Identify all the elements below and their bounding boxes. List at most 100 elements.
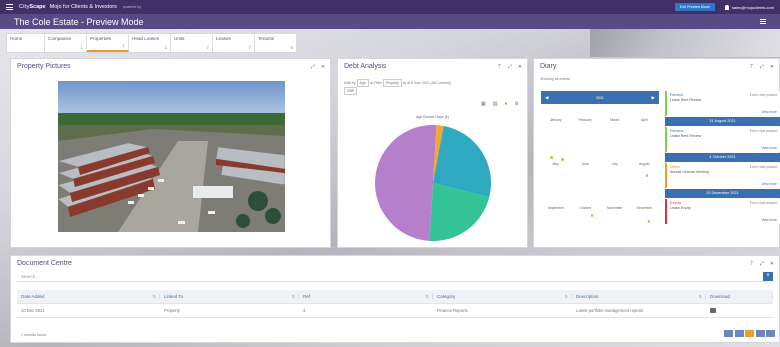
filter-icon[interactable]: ⊤ (749, 64, 753, 70)
col-date-added[interactable]: Date Added ⇅ (17, 294, 160, 299)
add-document-button[interactable]: + (763, 272, 773, 281)
tab-units[interactable]: Units 7 (171, 34, 213, 52)
prev-year-icon[interactable]: ◀ (545, 95, 548, 101)
calendar-month[interactable]: July (600, 148, 630, 192)
month-label: November (607, 206, 623, 210)
event-subtitle: Lease Rent Review (670, 134, 702, 138)
cell-linked-to: Property (164, 308, 180, 313)
expand-icon[interactable]: ⤢ (760, 261, 764, 267)
calendar-year: 2021 (596, 95, 604, 100)
menu-icon[interactable] (6, 4, 13, 10)
event-date-header: 20 December 2021 (665, 189, 780, 198)
calendar-month[interactable]: November (600, 192, 630, 236)
event-dot[interactable] (561, 158, 564, 161)
month-label: April (640, 118, 648, 122)
month-label: October (579, 206, 592, 210)
tab-head-leases[interactable]: Head Leases 1 (129, 34, 171, 52)
diary-event[interactable]: Review Lease Rent Review Event date passed… (665, 127, 780, 152)
tab-companies[interactable]: Companies 1 (45, 34, 87, 52)
event-subtitle: Lease Expiry (670, 206, 691, 210)
debt-analysis-panel: Debt Analysis ⊤ ⤢ ✕ Debt by Age on Filter … (337, 58, 528, 248)
document-centre-panel: Document Centre ⊤ ⤢ ✕ Search... + Date Add… (10, 255, 780, 343)
event-list: Review Lease Rent Review Event date passed… (665, 91, 780, 224)
exit-preview-button[interactable]: Exit Preview Mode (675, 3, 715, 11)
showing-label: Showing all events (540, 77, 570, 81)
prev-page-button[interactable] (734, 330, 744, 337)
calendar-month[interactable]: April (630, 104, 660, 148)
month-label: August (639, 162, 650, 166)
first-page-button[interactable] (724, 330, 733, 337)
expand-icon[interactable]: ⤢ (760, 64, 764, 70)
calendar-month[interactable]: September (541, 192, 571, 236)
col-ref[interactable]: Ref ⇅ (299, 294, 433, 299)
calendar-month[interactable]: October (571, 192, 601, 236)
page-header: The Cole Estate - Preview Mode (0, 14, 780, 29)
month-label: February (578, 118, 592, 122)
close-icon[interactable]: ✕ (770, 64, 774, 70)
brand-logo: CityScape (19, 4, 46, 10)
calendar-month[interactable]: March (600, 104, 630, 148)
table-row[interactable]: 10 Dec 2021 Property 3 Finance Reports L… (17, 304, 773, 318)
diary-event[interactable]: Expiry Lease Expiry Event date passed View … (665, 199, 780, 224)
page-1-button[interactable] (745, 330, 754, 337)
search-input[interactable]: Search... (17, 272, 767, 282)
calendar-month[interactable]: August (630, 148, 660, 192)
event-dot[interactable] (550, 156, 553, 159)
cell-date: 10 Dec 2021 (21, 308, 45, 313)
debt-pie-chart (375, 125, 491, 242)
filter-icon[interactable]: ⊤ (749, 261, 753, 267)
expand-icon[interactable]: ⤢ (311, 64, 315, 70)
next-page-button[interactable] (755, 330, 765, 337)
calendar-month[interactable]: May (541, 148, 571, 192)
tab-home[interactable]: Home (7, 34, 45, 52)
view-more-link[interactable]: View more (761, 146, 777, 150)
options-icon[interactable] (760, 19, 766, 24)
last-page-button[interactable] (766, 330, 775, 337)
close-icon[interactable]: ✕ (770, 261, 774, 267)
calendar-month[interactable]: January (541, 104, 571, 148)
next-year-icon[interactable]: ▶ (652, 95, 655, 101)
tab-leases[interactable]: Leases 7 (213, 34, 255, 52)
cell-download (706, 307, 773, 314)
view-more-link[interactable]: View more (761, 110, 777, 114)
diary-event[interactable]: Other Annual General Meeting Event date pa… (665, 163, 780, 188)
view-more-link[interactable]: View more (761, 182, 777, 186)
col-download: Download (706, 294, 773, 299)
event-dot[interactable] (645, 174, 648, 177)
cell-ref: 3 (303, 308, 306, 313)
event-dot[interactable] (647, 220, 650, 223)
pagination (724, 330, 775, 337)
event-subtitle: Lease Rent Review (670, 98, 702, 102)
diary-event[interactable]: Review Lease Rent Review Event date passed… (665, 91, 780, 116)
page-title: The Cole Estate - Preview Mode (14, 16, 144, 27)
tab-tenants[interactable]: Tenants 6 (255, 34, 297, 52)
view-more-link[interactable]: View more (761, 218, 777, 222)
calendar-month[interactable]: June (571, 148, 601, 192)
tab-properties[interactable]: Properties 1 (87, 34, 129, 52)
col-category[interactable]: Category ⇅ (433, 294, 572, 299)
col-description[interactable]: Description ⇅ (572, 294, 706, 299)
user-icon (724, 4, 729, 10)
calendar-month[interactable]: December (630, 192, 660, 236)
records-found: 1 records found (21, 333, 46, 337)
col-linked-to[interactable]: Linked To ⇅ (160, 294, 299, 299)
powered-by: powered by (122, 5, 141, 9)
panel-title: Document Centre (17, 260, 72, 267)
close-icon[interactable]: ✕ (321, 64, 325, 70)
event-dot[interactable] (590, 214, 593, 217)
panel-title: Property Pictures (17, 63, 71, 70)
download-icon[interactable] (710, 307, 716, 313)
cell-category: Finance Reports (437, 308, 468, 313)
pie-slice[interactable] (375, 125, 437, 241)
user-menu[interactable]: sales@mojoclients.com (724, 4, 774, 10)
user-email: sales@mojoclients.com (731, 4, 774, 10)
cell-description: Latest portfolio management reports (576, 308, 644, 313)
month-label: July (611, 162, 618, 166)
property-photo[interactable] (58, 81, 285, 232)
event-date-header: 31 August 2021 (665, 117, 780, 126)
property-pictures-panel: Property Pictures ⤢ ✕ (10, 58, 331, 248)
month-label: March (610, 118, 620, 122)
calendar-month[interactable]: February (571, 104, 601, 148)
month-label: September (547, 206, 564, 210)
event-status: Event date passed (749, 129, 777, 133)
